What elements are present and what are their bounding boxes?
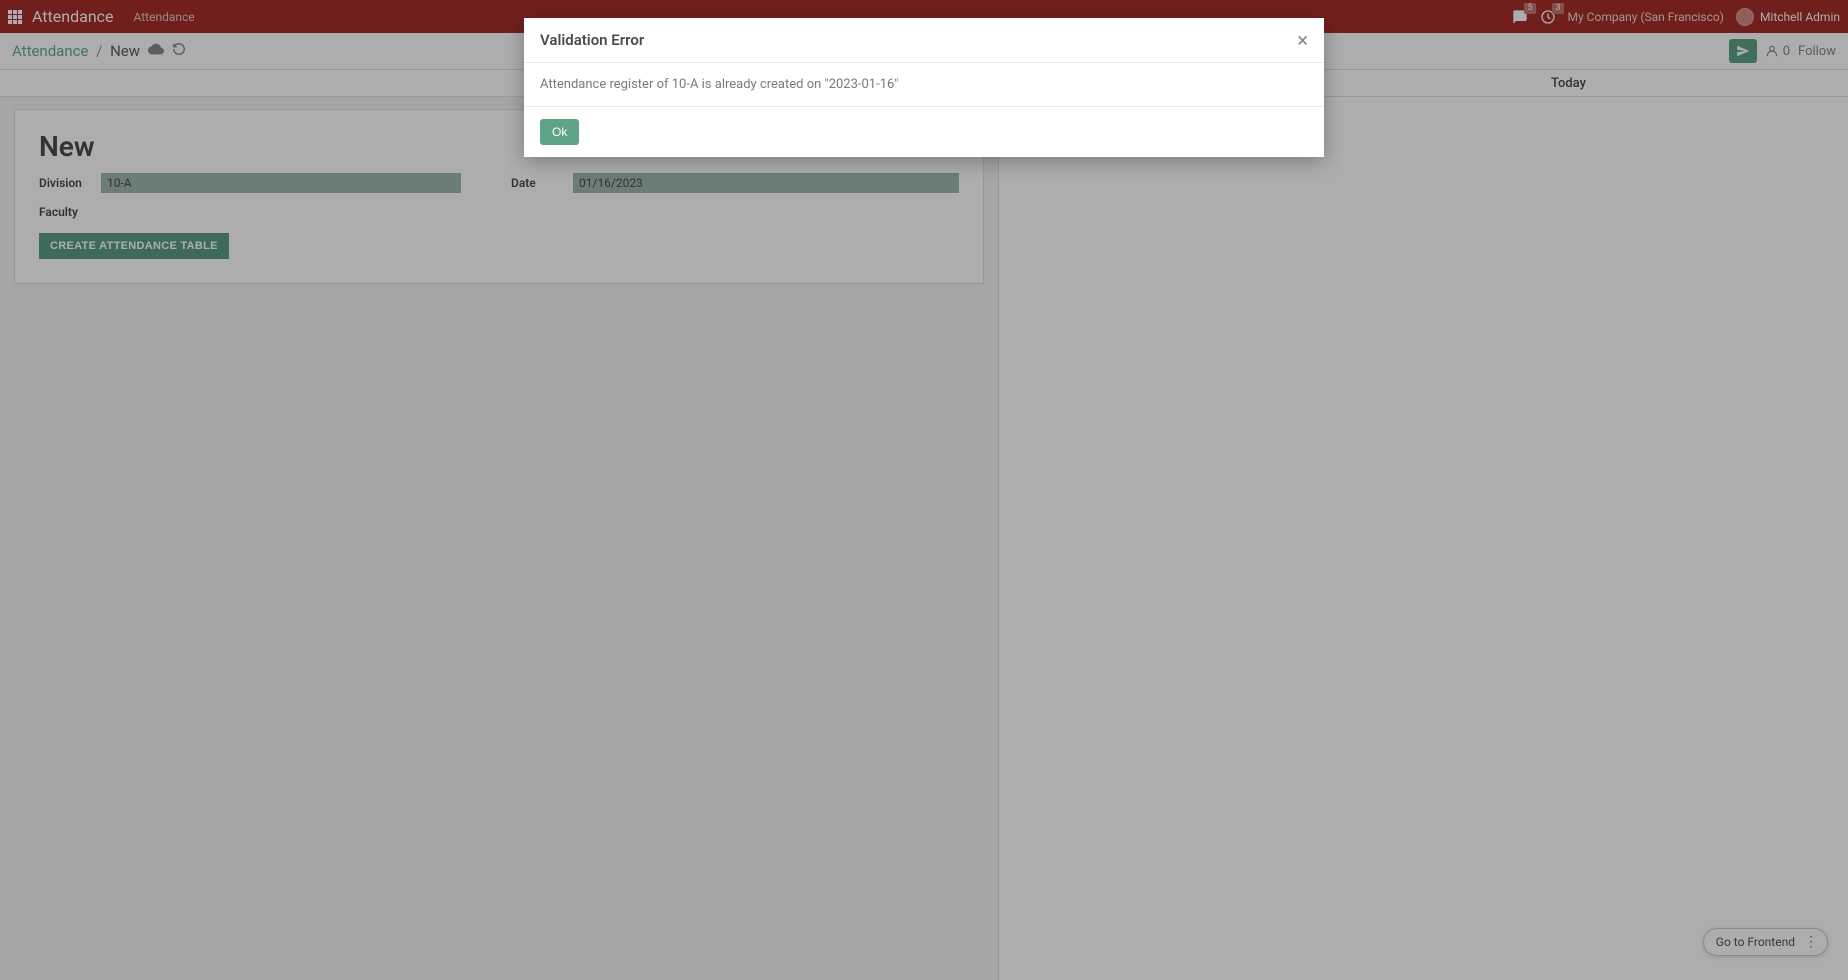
close-icon[interactable]: × bbox=[1297, 30, 1308, 50]
validation-error-modal: Validation Error × Attendance register o… bbox=[524, 18, 1324, 157]
ok-button[interactable]: Ok bbox=[540, 119, 579, 145]
modal-overlay: Validation Error × Attendance register o… bbox=[0, 0, 1848, 980]
modal-body: Attendance register of 10-A is already c… bbox=[524, 63, 1324, 106]
modal-title: Validation Error bbox=[540, 31, 644, 49]
